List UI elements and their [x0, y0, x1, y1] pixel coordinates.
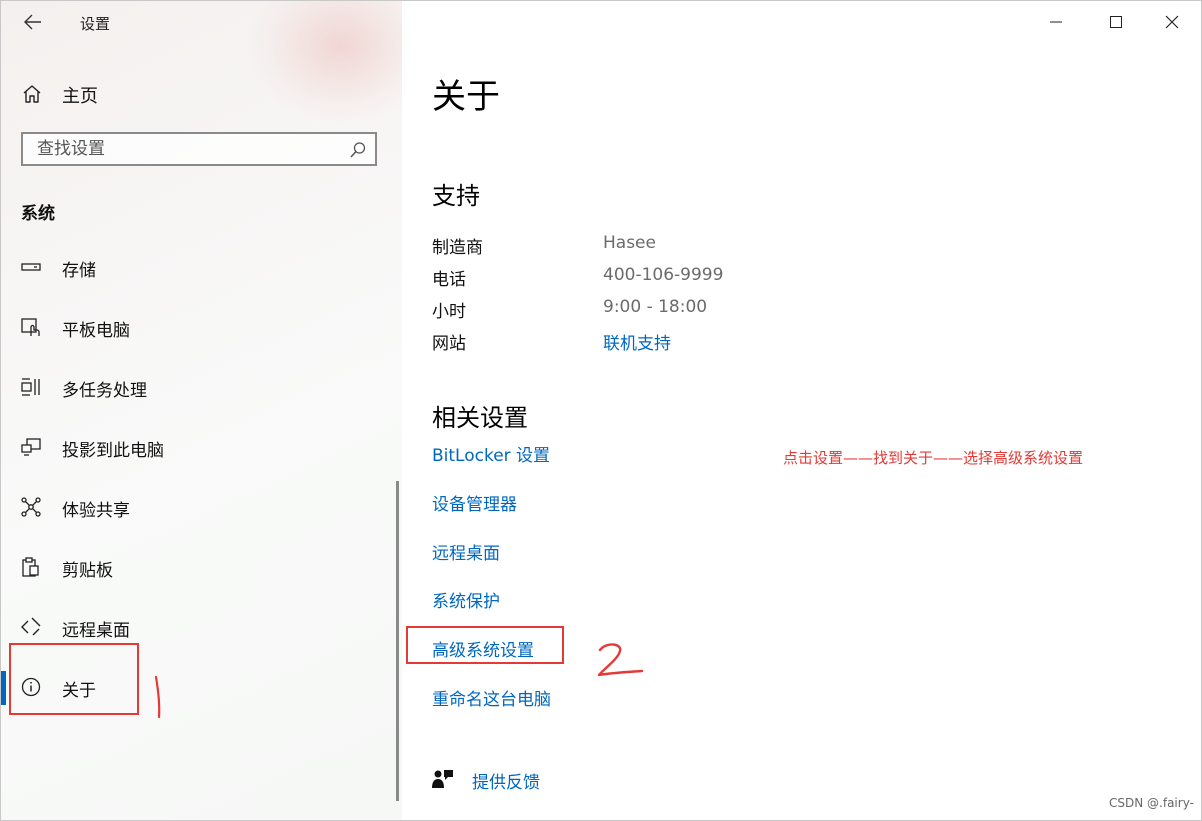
feedback-link[interactable]: 提供反馈: [432, 766, 632, 796]
annotation-number-1: [154, 675, 161, 719]
sidebar-item-label: 多任务处理: [62, 381, 147, 401]
multitasking-icon: [20, 376, 42, 398]
support-key-manufacturer: 制造商: [432, 238, 483, 258]
home-nav-item[interactable]: 主页: [1, 73, 391, 115]
sidebar-item-label: 体验共享: [62, 501, 130, 521]
app-title: 设置: [80, 15, 111, 33]
remote-desktop-link[interactable]: 远程桌面: [432, 539, 500, 564]
tablet-icon: [20, 316, 42, 338]
share-icon: [20, 496, 42, 518]
watermark: CSDN @.fairy-: [1109, 796, 1194, 810]
storage-icon: [20, 256, 42, 278]
project-icon: [20, 436, 42, 458]
support-value-manufacturer: Hasee: [603, 233, 656, 253]
bitlocker-settings-link[interactable]: BitLocker 设置: [432, 441, 550, 466]
device-manager-link[interactable]: 设备管理器: [432, 490, 517, 515]
feedback-label: 提供反馈: [472, 773, 540, 793]
sidebar-item-label: 存储: [62, 261, 96, 281]
system-protection-link[interactable]: 系统保护: [432, 587, 500, 612]
home-icon: [21, 83, 43, 105]
rename-pc-link[interactable]: 重命名这台电脑: [432, 685, 551, 710]
sidebar-item-label: 远程桌面: [62, 621, 130, 641]
search-input[interactable]: [23, 134, 357, 164]
search-box[interactable]: [21, 132, 377, 166]
back-button[interactable]: [15, 7, 51, 37]
sidebar-item-clipboard[interactable]: 剪贴板: [1, 543, 396, 593]
sidebar: 设置 主页 系统 存储 平板电脑: [1, 1, 402, 820]
sidebar-scrollbar[interactable]: [396, 481, 399, 801]
minimize-icon: [1050, 16, 1062, 28]
sidebar-item-storage[interactable]: 存储: [1, 243, 396, 293]
annotation-box-advanced: [406, 626, 564, 664]
sidebar-item-label: 平板电脑: [62, 321, 130, 341]
related-settings-heading: 相关设置: [432, 404, 528, 432]
annotation-number-2: [597, 643, 644, 677]
remote-desktop-icon: [20, 616, 42, 638]
sidebar-item-multitasking[interactable]: 多任务处理: [1, 363, 396, 413]
page-title: 关于: [432, 77, 500, 117]
support-heading: 支持: [432, 182, 480, 210]
support-key-phone: 电话: [432, 270, 466, 290]
close-button[interactable]: [1149, 7, 1195, 37]
sidebar-item-label: 投影到此电脑: [62, 441, 164, 461]
maximize-button[interactable]: [1093, 7, 1139, 37]
sidebar-item-shared-experiences[interactable]: 体验共享: [1, 483, 396, 533]
support-value-phone: 400-106-9999: [603, 265, 724, 285]
section-title: 系统: [21, 204, 55, 224]
minimize-button[interactable]: [1033, 7, 1079, 37]
sidebar-item-project[interactable]: 投影到此电脑: [1, 423, 396, 473]
support-value-hours: 9:00 - 18:00: [603, 297, 708, 317]
support-key-hours: 小时: [432, 302, 466, 322]
back-arrow-icon: [24, 14, 42, 30]
maximize-icon: [1110, 16, 1122, 28]
main-content: 关于 支持 制造商 Hasee 电话 400-106-9999 小时 9:00 …: [402, 1, 1201, 820]
home-label: 主页: [62, 86, 98, 107]
sidebar-item-label: 剪贴板: [62, 561, 113, 581]
sidebar-item-tablet[interactable]: 平板电脑: [1, 303, 396, 353]
close-icon: [1165, 15, 1179, 29]
feedback-icon: [432, 768, 454, 790]
online-support-link[interactable]: 联机支持: [603, 329, 671, 354]
support-key-website: 网站: [432, 334, 466, 354]
settings-window: 设置 主页 系统 存储 平板电脑: [0, 0, 1202, 821]
annotation-instruction: 点击设置——找到关于——选择高级系统设置: [783, 449, 1084, 467]
active-indicator: [1, 671, 6, 705]
clipboard-icon: [20, 556, 42, 578]
search-icon[interactable]: [349, 141, 367, 159]
annotation-box-about: [9, 643, 139, 715]
